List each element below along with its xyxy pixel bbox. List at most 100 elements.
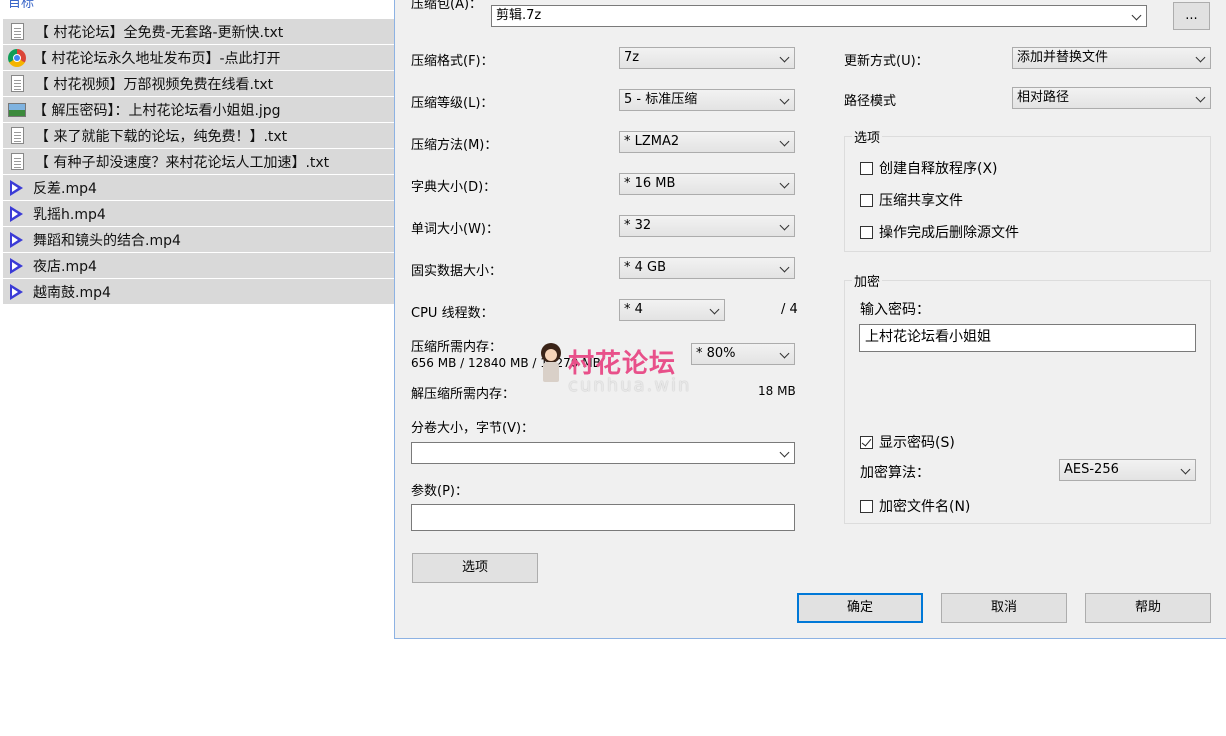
sfx-checkbox[interactable]: 创建自释放程序(X) [860,158,998,178]
shared-checkbox[interactable]: 压缩共享文件 [860,190,963,210]
chevron-down-icon [779,178,790,189]
dict-value: * 16 MB [624,176,676,191]
chevron-down-icon[interactable] [1131,10,1142,21]
file-name: 【 村花论坛】全免费-无套路-更新快.txt [35,24,284,41]
mem-percent-select[interactable]: * 80% [691,343,795,365]
chevron-down-icon [779,348,790,359]
delete-source-checkbox[interactable]: 操作完成后删除源文件 [860,222,1019,242]
path-mode-select[interactable]: 相对路径 [1012,87,1211,109]
list-item[interactable]: 【 有种子却没速度？来村花论坛人工加速】.txt [3,149,395,175]
list-item[interactable]: 【 解压密码】：上村花论坛看小姐姐.jpg [3,97,395,123]
file-name: 【 村花视频】万部视频免费在线看.txt [35,76,274,93]
checkbox-box[interactable] [860,193,873,207]
word-label: 单词大小(W)： [411,222,499,237]
archive-name-combo[interactable]: 剪辑.7z [491,5,1147,27]
video-file-icon [8,231,26,249]
threads-label: CPU 线程数： [411,306,494,321]
chevron-down-icon [709,304,720,315]
file-name: 舞蹈和镜头的结合.mp4 [33,232,181,249]
file-list: 【 村花论坛】全免费-无套路-更新快.txt 【 村花论坛永久地址发布页】-点此… [3,19,395,305]
algo-value: AES-256 [1064,462,1119,477]
delete-source-label: 操作完成后删除源文件 [879,225,1019,241]
word-select[interactable]: * 32 [619,215,795,237]
ok-button[interactable]: 确定 [797,593,923,623]
text-file-icon [11,23,24,40]
level-value: 5 - 标准压缩 [624,92,698,107]
list-item[interactable]: 【 来了就能下载的论坛，纯免费！】.txt [3,123,395,149]
list-item[interactable]: 越南鼓.mp4 [3,279,395,305]
list-item[interactable]: 乳摇h.mp4 [3,201,395,227]
checkbox-box[interactable] [860,435,873,449]
options-button[interactable]: 选项 [412,553,538,583]
chrome-icon [8,48,26,67]
chevron-down-icon [779,136,790,147]
list-item[interactable]: 【 村花视频】万部视频免费在线看.txt [3,71,395,97]
threads-max: / 4 [781,302,798,317]
list-item[interactable]: 【 村花论坛】全免费-无套路-更新快.txt [3,19,395,45]
options-group-title: 选项 [852,127,883,146]
chevron-down-icon [779,52,790,63]
show-password-checkbox[interactable]: 显示密码(S) [860,432,955,452]
params-input[interactable] [411,504,795,531]
solid-label: 固实数据大小： [411,264,503,279]
algo-label: 加密算法： [860,465,930,481]
dict-select[interactable]: * 16 MB [619,173,795,195]
password-label: 输入密码： [860,302,930,318]
list-item[interactable]: 夜店.mp4 [3,253,395,279]
method-select[interactable]: * LZMA2 [619,131,795,153]
mem-percent-value: * 80% [696,346,736,361]
list-item[interactable]: 舞蹈和镜头的结合.mp4 [3,227,395,253]
update-mode-value: 添加并替换文件 [1017,50,1109,65]
threads-value: * 4 [624,302,643,317]
video-file-icon [8,283,26,301]
chevron-down-icon [1180,464,1191,475]
file-name: 【 有种子却没速度？来村花论坛人工加速】.txt [35,154,330,171]
file-name: 【 村花论坛永久地址发布页】-点此打开 [33,50,281,67]
params-label: 参数(P)： [411,484,468,499]
checkbox-box[interactable] [860,499,873,513]
format-label: 压缩格式(F)： [411,54,494,69]
sfx-label: 创建自释放程序(X) [879,161,998,177]
checkbox-box[interactable] [860,225,873,239]
update-mode-select[interactable]: 添加并替换文件 [1012,47,1211,69]
format-select[interactable]: 7z [619,47,795,69]
level-select[interactable]: 5 - 标准压缩 [619,89,795,111]
volume-label: 分卷大小，字节(V)： [411,421,535,436]
list-item[interactable]: 反差.mp4 [3,175,395,201]
solid-select[interactable]: * 4 GB [619,257,795,279]
chevron-down-icon [779,220,790,231]
solid-value: * 4 GB [624,260,667,275]
encryption-group-title: 加密 [852,271,883,290]
algo-select[interactable]: AES-256 [1059,459,1196,481]
cancel-button[interactable]: 取消 [941,593,1067,623]
dict-label: 字典大小(D)： [411,180,497,195]
file-name: 乳摇h.mp4 [33,206,106,223]
browse-button[interactable]: ... [1173,2,1210,30]
watermark-url: cunhua.win [568,375,692,396]
video-file-icon [8,205,26,223]
threads-select[interactable]: * 4 [619,299,725,321]
method-value: * LZMA2 [624,134,680,149]
method-label: 压缩方法(M)： [411,138,498,153]
video-file-icon [8,257,26,275]
decomp-value: 18 MB [758,384,796,398]
checkbox-box[interactable] [860,161,873,175]
help-button[interactable]: 帮助 [1085,593,1211,623]
file-name: 【 来了就能下载的论坛，纯免费！】.txt [35,128,288,145]
level-label: 压缩等级(L)： [411,96,494,111]
top-link[interactable]: 目标 [8,0,34,11]
password-input[interactable]: 上村花论坛看小姐姐 [859,324,1196,352]
chevron-down-icon [779,262,790,273]
encrypt-names-label: 加密文件名(N) [879,499,971,515]
file-name: 反差.mp4 [33,180,97,197]
text-file-icon [11,153,24,170]
chevron-down-icon [779,447,790,458]
encrypt-names-checkbox[interactable]: 加密文件名(N) [860,496,970,516]
list-item[interactable]: 【 村花论坛永久地址发布页】-点此打开 [3,45,395,71]
archive-name-value: 剪辑.7z [496,8,542,23]
update-label: 更新方式(U)： [844,54,929,69]
volume-size-combo[interactable] [411,442,795,464]
word-value: * 32 [624,218,652,233]
watermark-girl-icon [538,343,564,383]
video-file-icon [8,179,26,197]
